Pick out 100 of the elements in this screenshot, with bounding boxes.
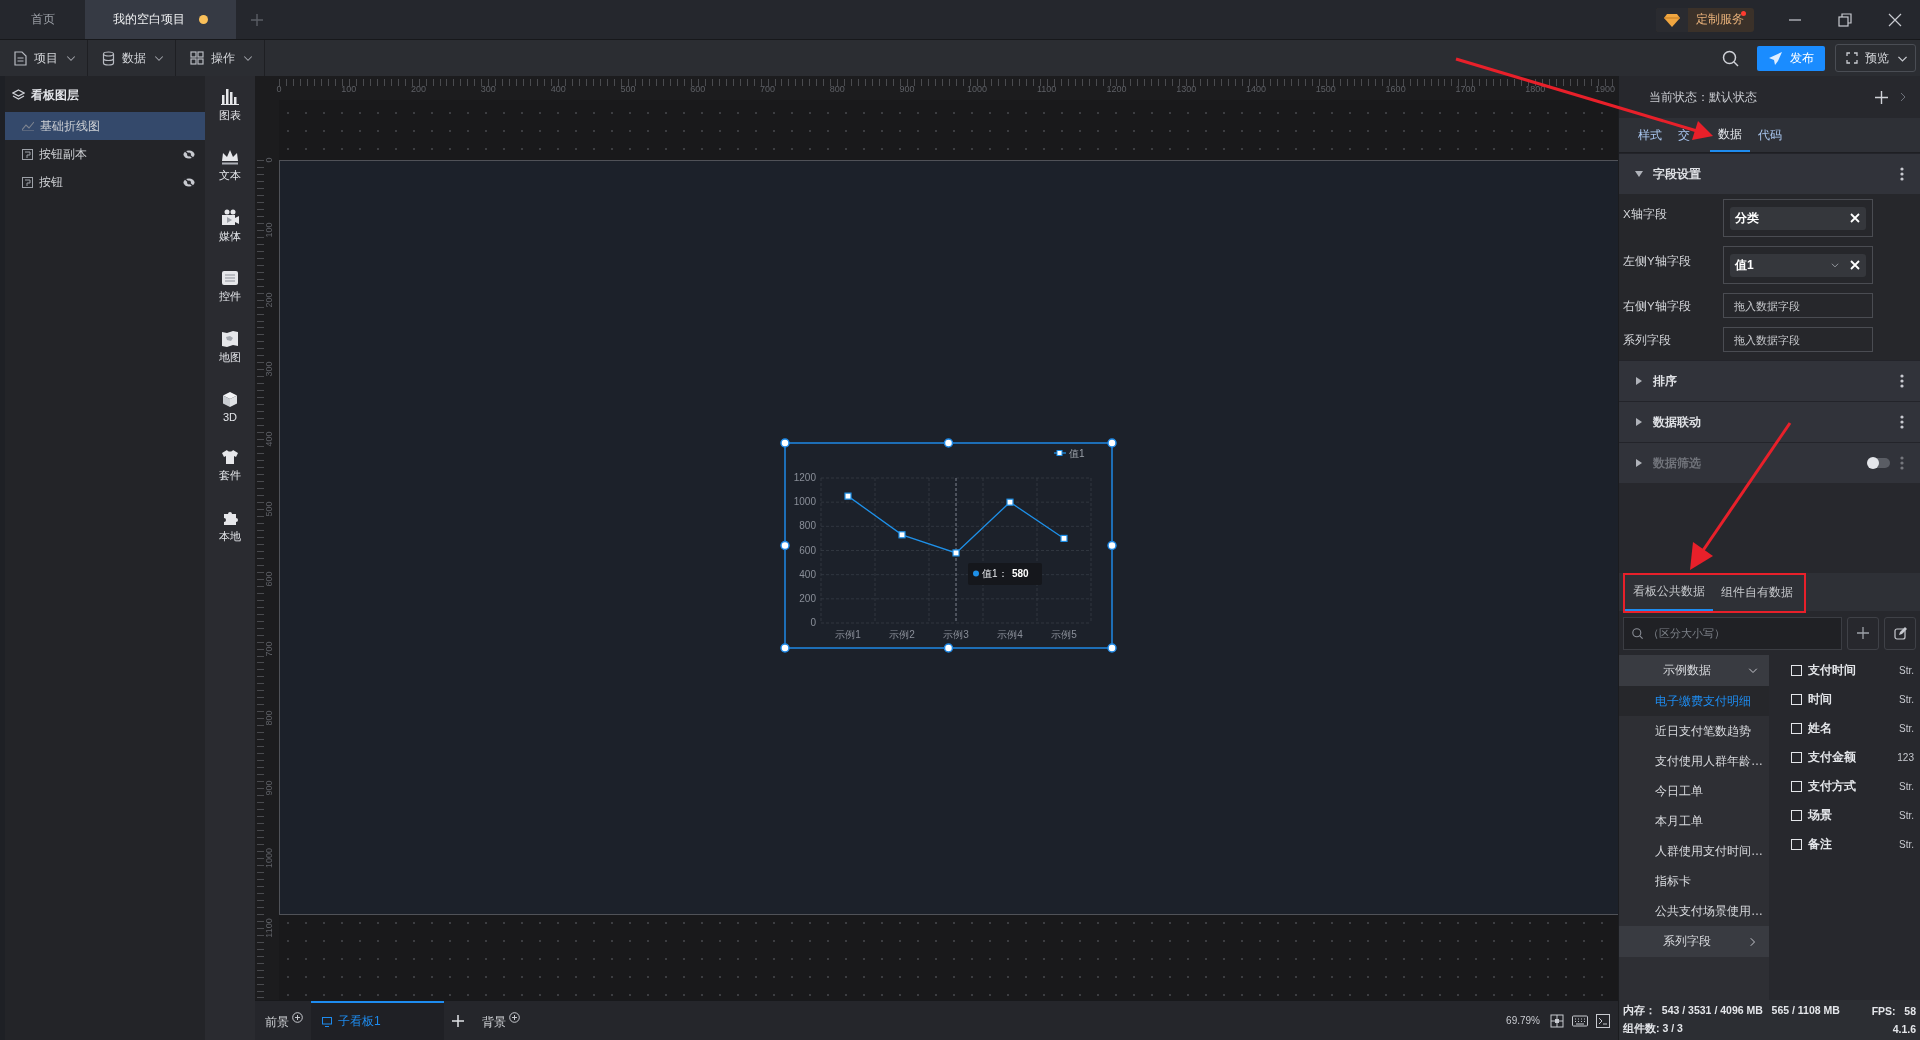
field-name: 场景 [1808,808,1832,823]
component-category-button[interactable]: 本地 [210,509,250,544]
crown-icon [221,149,239,165]
search-field[interactable]: （区分大小写） [1623,616,1842,650]
dataset-item[interactable]: 近日支付笔数趋势 [1619,716,1769,746]
component-category-button[interactable]: 图表 [210,88,250,123]
unsaved-dot [199,15,208,24]
resize-handle[interactable] [780,643,790,653]
ruler-label: 1100 [1037,84,1057,94]
panel-title: 看板图层 [31,86,79,104]
search-icon [1632,627,1643,639]
bar-chart-icon [221,88,239,105]
ruler-label: 700 [760,84,776,94]
layer-item[interactable]: 按钮副本 [5,140,205,168]
section-title[interactable]: 数据联动 [1653,413,1701,431]
checkbox[interactable] [1791,694,1802,705]
foreground-tab[interactable]: 前景 [255,1001,311,1040]
resize-handle[interactable] [780,438,790,448]
ruler-label: 1000 [966,84,987,94]
dataset-item[interactable]: 公共支付场景使用… [1619,896,1769,926]
board-tab[interactable]: 子看板1 [311,1001,444,1040]
layer-item[interactable]: 基础折线图 [5,112,205,140]
dataset-group[interactable]: 示例数据 [1619,655,1769,686]
preview-button[interactable]: 预览 [1835,44,1916,72]
ruler-label: 900 [899,84,915,94]
checkbox[interactable] [1791,752,1802,763]
resize-handle[interactable] [1107,540,1117,551]
drop-field[interactable]: 拖入数据字段 [1723,293,1873,318]
axis-tick-label: 600 [799,544,816,556]
cube-icon [222,391,238,408]
data-source-tab[interactable]: 看板公共数据 [1625,573,1713,611]
dataset-item[interactable]: 本月工单 [1619,806,1769,836]
component-category-button[interactable]: 3D [210,391,250,423]
layer-item[interactable]: 按钮 [5,168,205,196]
drop-field[interactable]: 拖入数据字段 [1723,327,1873,352]
edit-icon [1893,626,1907,640]
field-select[interactable]: 值1 [1723,246,1873,284]
project-tab[interactable]: 我的空白项目 [85,0,236,39]
section-title[interactable]: 字段设置 [1653,165,1701,183]
terminal-icon [1596,1013,1610,1028]
fps-counter: FPS: 58 [1871,1005,1916,1017]
add-button[interactable] [1847,616,1879,650]
component-category-button[interactable]: 文本 [210,149,250,183]
inspector-tab[interactable]: 交 [1670,118,1710,152]
dataset-item[interactable]: 指标卡 [1619,866,1769,896]
inspector-tab[interactable]: 代码 [1750,118,1790,152]
checkbox[interactable] [1791,781,1802,792]
resize-handle[interactable] [943,643,954,653]
checkbox[interactable] [1791,723,1802,734]
axis-tick-label: 示例1 [835,629,861,640]
checkbox[interactable] [1791,665,1802,676]
resize-handle[interactable] [1107,438,1117,448]
ruler-label: 1200 [1106,84,1127,94]
data-point [1006,498,1014,506]
field-label: 左侧Y轴字段 [1623,254,1692,269]
field-label: 右侧Y轴字段 [1623,299,1692,314]
button-icon [22,148,33,160]
zoom-level: 69.79% [1506,1015,1540,1026]
resize-handle[interactable] [780,540,790,551]
project-tab[interactable]: 首页 [0,0,85,39]
resize-handle[interactable] [943,438,954,448]
notification-dot [1741,10,1746,16]
edit-button[interactable] [1884,616,1916,650]
field-tag[interactable]: 分类 [1730,206,1866,230]
custom-service-button[interactable]: 定制服务 [1656,7,1754,32]
legend-label: 值1 [1069,448,1085,459]
ruler-label: 700 [264,641,274,657]
grid-icon [190,51,204,65]
dataset-item[interactable]: 支付使用人群年龄… [1619,746,1769,776]
component-category-button[interactable]: 控件 [210,270,250,304]
ruler-label: 800 [264,710,274,726]
axis-tick-label: 0 [810,617,816,628]
ruler-label: 1600 [1385,84,1406,94]
field-label: X轴字段 [1623,207,1668,222]
chevron-down-icon [1830,260,1840,270]
dataset-group[interactable]: 系列字段 [1619,926,1769,957]
dataset-item[interactable]: 今日工单 [1619,776,1769,806]
resize-handle[interactable] [1107,643,1117,653]
dataset-item[interactable]: 人群使用支付时间… [1619,836,1769,866]
component-category-button[interactable]: 套件 [210,449,250,483]
background-tab[interactable]: 背景 [472,1001,528,1040]
legend-marker [1053,450,1067,456]
component-category-button[interactable]: 媒体 [210,209,250,244]
data-source-tab[interactable]: 组件自有数据 [1713,573,1801,611]
field-name: 支付金额 [1808,750,1856,765]
section-title[interactable]: 排序 [1653,372,1677,390]
inspector-tab[interactable]: 样式 [1630,118,1670,152]
line-chart-icon [22,121,34,131]
dataset-item[interactable]: 电子缴费支付明细 [1619,686,1769,716]
field-select[interactable]: 分类 [1723,199,1873,237]
checkbox[interactable] [1791,839,1802,850]
diamond-icon [1664,12,1680,27]
checkbox[interactable] [1791,810,1802,821]
component-category-button[interactable]: 地图 [210,330,250,365]
field-tag[interactable]: 值1 [1730,253,1866,277]
ruler-label: 900 [264,780,274,796]
axis-tick-label: 示例4 [997,629,1023,640]
field-type: Str. [1899,810,1914,821]
search-icon [1722,49,1739,67]
version-label: 4.1.6 [1892,1023,1916,1035]
